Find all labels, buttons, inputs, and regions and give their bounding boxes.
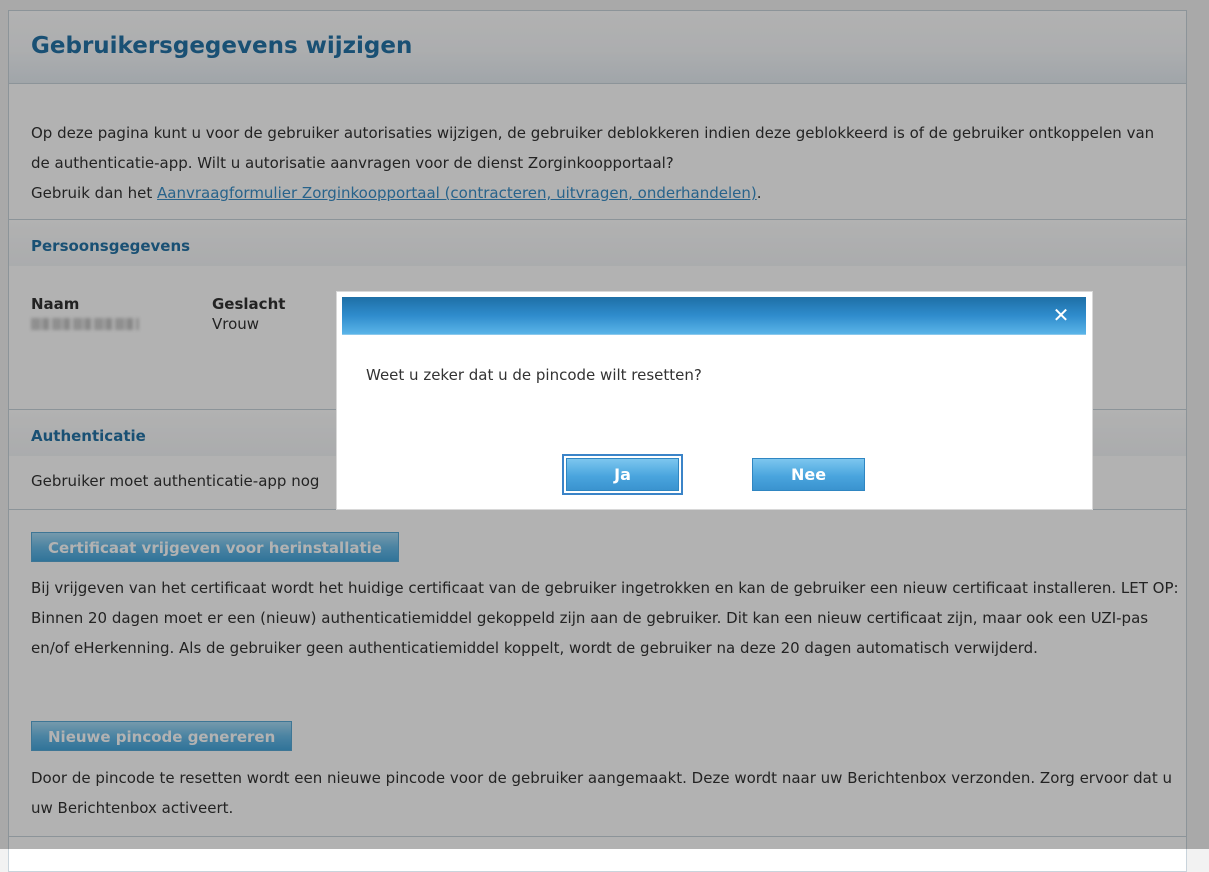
- ja-button[interactable]: Ja: [566, 458, 679, 491]
- nee-button[interactable]: Nee: [752, 458, 865, 491]
- dialog-title-bar: ✕: [342, 297, 1086, 335]
- dialog-message: Weet u zeker dat u de pincode wilt reset…: [366, 366, 702, 384]
- close-icon[interactable]: ✕: [1050, 304, 1072, 326]
- confirm-dialog: ✕ Weet u zeker dat u de pincode wilt res…: [336, 291, 1093, 510]
